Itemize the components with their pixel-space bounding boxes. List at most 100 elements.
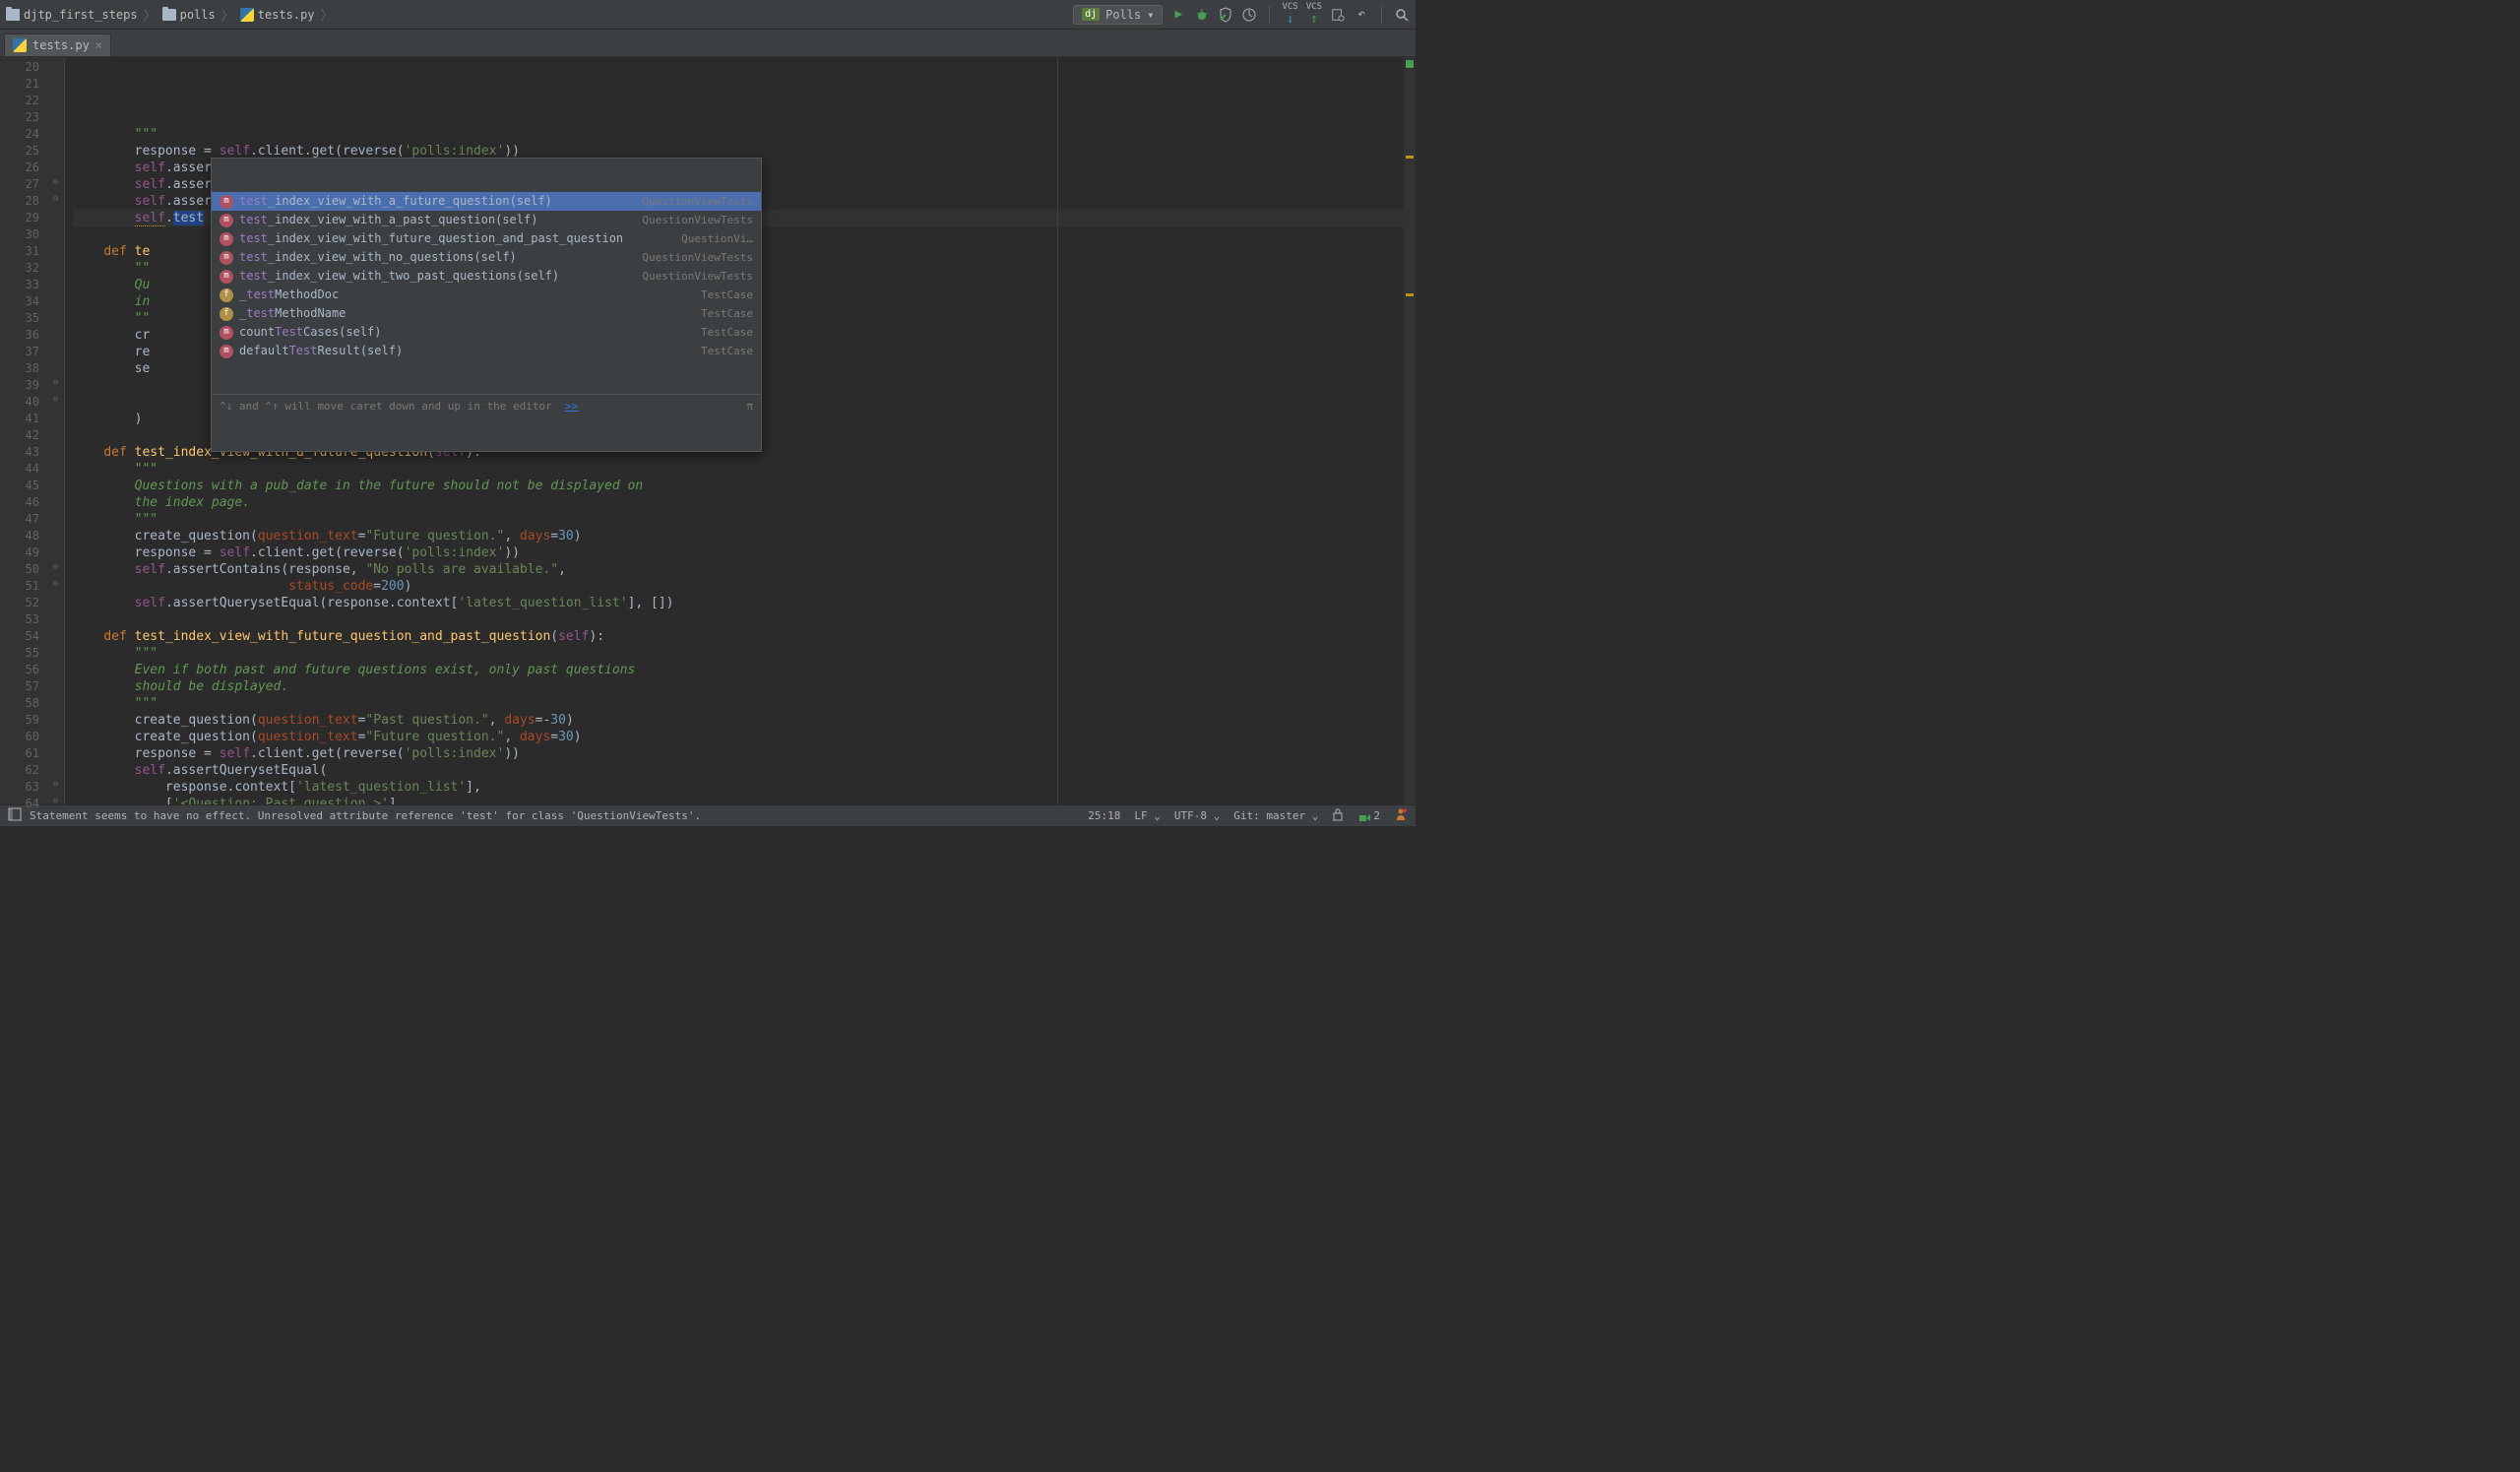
completion-name: test_index_view_with_no_questions(self) [239, 249, 636, 266]
code-line[interactable]: the index page. [73, 494, 1416, 511]
code-completion-popup[interactable]: mtest_index_view_with_a_future_question(… [211, 158, 762, 452]
completion-item[interactable]: m test_index_view_with_a_past_question(se… [212, 211, 761, 229]
completion-item[interactable]: f_testMethodDocTestCase [212, 286, 761, 304]
code-line[interactable]: Questions with a pub_date in the future … [73, 478, 1416, 494]
run-button[interactable]: ▶ [1170, 7, 1186, 23]
toolbar-actions: dj Polls ▾ ▶ VCS ↓ VCS ↑ ↶ [1073, 3, 1410, 27]
code-line[interactable]: create_question(question_text="Future qu… [73, 528, 1416, 544]
completion-name: _testMethodName [239, 305, 695, 322]
code-line[interactable]: """ [73, 645, 1416, 662]
read-only-toggle-icon[interactable] [1332, 807, 1344, 824]
method-icon: m [220, 345, 233, 358]
code-line[interactable]: self.assertContains(response, "No polls … [73, 561, 1416, 578]
code-line[interactable]: create_question(question_text="Past ques… [73, 712, 1416, 729]
completion-item[interactable]: f _testMethodName TestCase [212, 304, 761, 323]
gutter-icons: ⊖⊖⊖⊖⊖⊖⊖⊖ [47, 57, 65, 804]
completion-type: TestCase [701, 343, 753, 359]
breadcrumb-label: tests.py [258, 8, 315, 22]
separator [1269, 6, 1270, 24]
completion-item[interactable]: mdefaultTestResult(self)TestCase [212, 342, 761, 360]
code-line[interactable]: """ [73, 461, 1416, 478]
file-encoding[interactable]: UTF-8 ⌄ [1174, 809, 1220, 822]
completion-item[interactable]: m test_index_view_with_no_questions(self)… [212, 248, 761, 267]
completion-item[interactable]: mtest_index_view_with_a_future_question(… [212, 192, 761, 211]
chevron-down-icon: ▾ [1147, 8, 1154, 22]
tab-tests-py[interactable]: tests.py × [4, 33, 111, 56]
profile-button[interactable] [1241, 7, 1257, 23]
caret-position[interactable]: 25:18 [1088, 809, 1120, 822]
python-file-icon [240, 8, 254, 22]
chevron-right-icon: 〉 [321, 5, 334, 24]
inspection-status-icon[interactable] [1405, 59, 1415, 69]
git-branch[interactable]: Git: master ⌄ [1233, 809, 1318, 822]
arrow-up-icon: ↑ [1310, 12, 1318, 27]
code-line[interactable]: status_code=200) [73, 578, 1416, 595]
method-icon: f [220, 288, 233, 302]
breadcrumb-item-file[interactable]: tests.py [240, 8, 315, 22]
completion-type: QuestionVi… [681, 230, 753, 247]
code-line[interactable]: create_question(question_text="Future qu… [73, 729, 1416, 745]
folder-icon [6, 9, 20, 21]
warning-marker[interactable] [1406, 293, 1414, 296]
debug-button[interactable] [1194, 7, 1210, 23]
editor[interactable]: 2021222324252627282930313233343536373839… [0, 57, 1416, 804]
method-icon: m [220, 214, 233, 227]
vcs-history-button[interactable] [1330, 7, 1346, 23]
code-line[interactable]: """ [73, 695, 1416, 712]
vcs-commit-button[interactable]: VCS ↑ [1306, 3, 1322, 27]
code-line[interactable]: def test_index_view_with_future_question… [73, 628, 1416, 645]
python-file-icon [13, 38, 27, 52]
tab-label: tests.py [32, 38, 90, 52]
editor-tabs: tests.py × [0, 30, 1416, 57]
code-line[interactable]: self.assertQuerysetEqual( [73, 762, 1416, 779]
code-line[interactable]: self.assertQuerysetEqual(response.contex… [73, 595, 1416, 611]
breadcrumb-item-project[interactable]: djtp_first_steps [6, 8, 138, 22]
completion-item[interactable]: mtest_index_view_with_two_past_questions… [212, 267, 761, 286]
completion-name: countTestCases(self) [239, 324, 695, 341]
code-area[interactable]: """ response = self.client.get(reverse('… [65, 57, 1416, 804]
search-everywhere-button[interactable] [1394, 7, 1410, 23]
completion-name: _testMethodDoc [239, 287, 695, 303]
run-configuration-selector[interactable]: dj Polls ▾ [1073, 5, 1163, 25]
event-log-icon[interactable]: 2 [1357, 809, 1380, 823]
completion-name: test_index_view_with_a_past_question(sel… [239, 212, 636, 228]
error-stripe[interactable] [1404, 57, 1416, 804]
breadcrumb-label: djtp_first_steps [24, 8, 138, 22]
method-icon: m [220, 251, 233, 265]
code-line[interactable] [73, 611, 1416, 628]
line-number-gutter: 2021222324252627282930313233343536373839… [0, 57, 47, 804]
django-icon: dj [1082, 8, 1100, 21]
method-icon: m [220, 195, 233, 209]
breadcrumb-label: polls [180, 8, 216, 22]
vcs-revert-button[interactable]: ↶ [1354, 7, 1369, 23]
breadcrumb-item-folder[interactable]: polls [162, 8, 216, 22]
arrow-down-icon: ↓ [1287, 12, 1294, 27]
completion-item[interactable]: mcountTestCases(self)TestCase [212, 323, 761, 342]
chevron-right-icon: 〉 [144, 5, 157, 24]
completion-item[interactable]: mtest_index_view_with_future_question_an… [212, 229, 761, 248]
vcs-update-button[interactable]: VCS ↓ [1282, 3, 1297, 27]
method-icon: m [220, 270, 233, 284]
code-line[interactable]: ['<Question: Past question.>'] [73, 796, 1416, 804]
completion-type: TestCase [701, 305, 753, 322]
run-with-coverage-button[interactable] [1218, 7, 1233, 23]
folder-icon [162, 9, 176, 21]
svg-text:!: ! [1404, 809, 1406, 813]
completion-hint-link[interactable]: >> [565, 400, 578, 413]
method-icon: f [220, 307, 233, 321]
code-line[interactable]: response = self.client.get(reverse('poll… [73, 745, 1416, 762]
line-separator[interactable]: LF ⌄ [1134, 809, 1161, 822]
run-config-label: Polls [1105, 8, 1141, 22]
code-line[interactable]: Even if both past and future questions e… [73, 662, 1416, 678]
main-toolbar: djtp_first_steps 〉 polls 〉 tests.py 〉 dj… [0, 0, 1416, 30]
code-line[interactable]: should be displayed. [73, 678, 1416, 695]
code-line[interactable]: response.context['latest_question_list']… [73, 779, 1416, 796]
right-margin-guide [1057, 57, 1058, 804]
inspection-profile-icon[interactable]: ! [1394, 807, 1408, 824]
warning-marker[interactable] [1406, 156, 1414, 159]
close-icon[interactable]: × [95, 38, 102, 52]
code-line[interactable]: """ [73, 126, 1416, 143]
completion-type: QuestionViewTests [642, 249, 753, 266]
code-line[interactable]: """ [73, 511, 1416, 528]
code-line[interactable]: response = self.client.get(reverse('poll… [73, 544, 1416, 561]
